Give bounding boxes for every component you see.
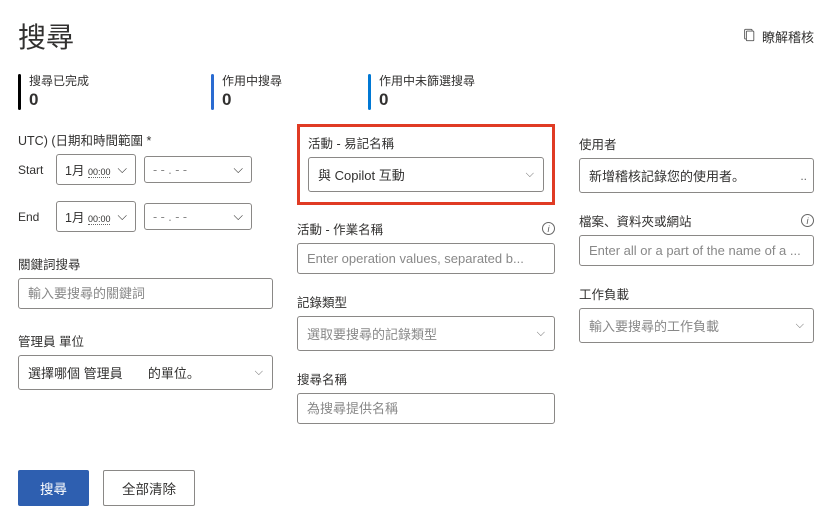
workload-select[interactable]: 輸入要搜尋的工作負載 ⌵ bbox=[579, 308, 814, 343]
activity-friendly-highlight: 活動 - 易記名稱 與 Copilot 互動 ⌵ bbox=[297, 124, 555, 205]
workload-value: 輸入要搜尋的工作負載 bbox=[589, 316, 719, 335]
stat-completed-value: 0 bbox=[29, 90, 89, 110]
info-icon[interactable]: i bbox=[801, 214, 814, 227]
chevron-down-icon: ⌵ bbox=[796, 319, 804, 332]
end-time-picker[interactable]: - - . - - ⌵ bbox=[144, 203, 252, 230]
stat-unfiltered-value: 0 bbox=[379, 90, 475, 110]
learn-audit-link[interactable]: 瞭解稽核 bbox=[742, 27, 814, 46]
admin-unit-select[interactable]: 選擇哪個 管理員 的單位。 ⌵ bbox=[18, 355, 273, 390]
stat-bar-icon bbox=[18, 74, 21, 110]
keyword-label: 關鍵詞搜尋 bbox=[18, 254, 273, 273]
chevron-down-icon: ⌵ bbox=[234, 162, 243, 177]
users-value: 新增稽核記錄您的使用者。 bbox=[589, 166, 745, 185]
start-date-value: 1月 00:00 bbox=[65, 160, 110, 179]
workload-label: 工作負載 bbox=[579, 284, 814, 303]
file-folder-site-label: 檔案、資料夾或網站 bbox=[579, 211, 692, 230]
activity-friendly-select[interactable]: 與 Copilot 互動 ⌵ bbox=[308, 157, 544, 192]
stat-active-value: 0 bbox=[222, 90, 282, 110]
date-range-label: UTC) (日期和時間範圍 * bbox=[18, 130, 273, 149]
admin-unit-value: 選擇哪個 管理員 的單位。 bbox=[28, 363, 200, 382]
end-date-value: 1月 00:00 bbox=[65, 207, 110, 226]
admin-unit-label: 管理員 單位 bbox=[18, 331, 273, 350]
end-time-value: - - . - - bbox=[153, 210, 187, 224]
activity-op-input[interactable] bbox=[297, 243, 555, 274]
clear-all-button[interactable]: 全部清除 bbox=[103, 470, 195, 506]
stat-unfiltered-label: 作用中未篩選搜尋 bbox=[379, 74, 475, 88]
start-label: Start bbox=[18, 163, 48, 177]
search-name-label: 搜尋名稱 bbox=[297, 369, 555, 388]
stat-active: 作用中搜尋 0 bbox=[211, 74, 282, 110]
keyword-input[interactable] bbox=[18, 278, 273, 309]
activity-op-label: 活動 - 作業名稱 bbox=[297, 219, 383, 238]
start-date-picker[interactable]: 1月 00:00 ⌵ bbox=[56, 154, 136, 185]
activity-friendly-value: 與 Copilot 互動 bbox=[318, 165, 405, 184]
record-type-select[interactable]: 選取要搜尋的記錄類型 ⌵ bbox=[297, 316, 555, 351]
info-icon[interactable]: i bbox=[542, 222, 555, 235]
learn-audit-label: 瞭解稽核 bbox=[762, 27, 814, 46]
end-date-picker[interactable]: 1月 00:00 ⌵ bbox=[56, 201, 136, 232]
stat-completed: 搜尋已完成 0 bbox=[18, 74, 89, 110]
users-input[interactable]: 新增稽核記錄您的使用者。 .. bbox=[579, 158, 814, 193]
stat-bar-icon bbox=[368, 74, 371, 110]
page-title: 搜尋 bbox=[18, 16, 74, 56]
chevron-down-icon: ⌵ bbox=[255, 366, 263, 379]
start-time-value: - - . - - bbox=[153, 163, 187, 177]
record-type-value: 選取要搜尋的記錄類型 bbox=[307, 324, 437, 343]
stat-bar-icon bbox=[211, 74, 214, 110]
stat-unfiltered: 作用中未篩選搜尋 0 bbox=[368, 74, 475, 110]
stat-active-label: 作用中搜尋 bbox=[222, 74, 282, 88]
users-label: 使用者 bbox=[579, 134, 814, 153]
chevron-down-icon: ⌵ bbox=[526, 168, 534, 181]
chevron-down-icon: ⌵ bbox=[118, 209, 127, 224]
record-type-label: 記錄類型 bbox=[297, 292, 555, 311]
chevron-down-icon: ⌵ bbox=[537, 327, 545, 340]
end-label: End bbox=[18, 210, 48, 224]
activity-friendly-label: 活動 - 易記名稱 bbox=[308, 133, 544, 152]
documents-icon bbox=[742, 28, 756, 45]
file-folder-site-input[interactable] bbox=[579, 235, 814, 266]
stat-completed-label: 搜尋已完成 bbox=[29, 74, 89, 88]
chevron-down-icon: ⌵ bbox=[118, 162, 127, 177]
start-time-picker[interactable]: - - . - - ⌵ bbox=[144, 156, 252, 183]
ellipsis-icon: .. bbox=[800, 169, 807, 183]
search-button[interactable]: 搜尋 bbox=[18, 470, 89, 506]
chevron-down-icon: ⌵ bbox=[234, 209, 243, 224]
search-name-input[interactable] bbox=[297, 393, 555, 424]
